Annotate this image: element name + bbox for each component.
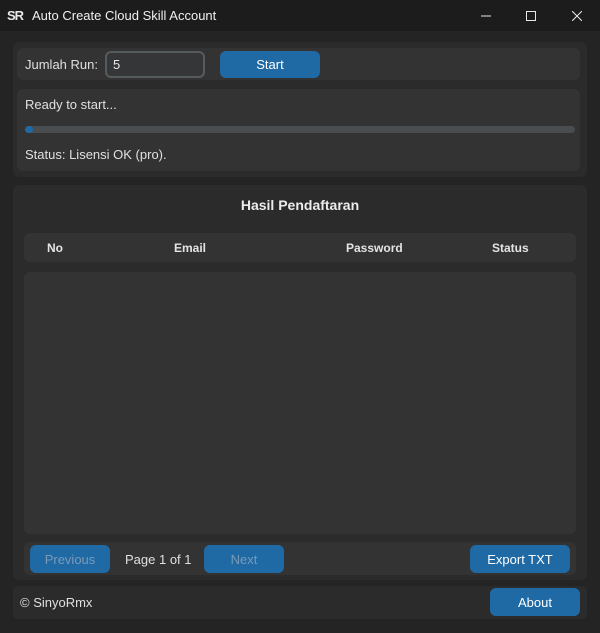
- app-logo-icon: SR: [7, 7, 24, 24]
- minimize-button[interactable]: [463, 0, 509, 31]
- export-txt-button[interactable]: Export TXT: [470, 545, 570, 573]
- maximize-button[interactable]: [508, 0, 554, 31]
- about-button[interactable]: About: [490, 588, 580, 616]
- jumlah-run-label: Jumlah Run:: [25, 57, 98, 72]
- window-title: Auto Create Cloud Skill Account: [32, 8, 217, 23]
- previous-page-button[interactable]: Previous: [30, 545, 110, 573]
- minimize-icon: [481, 15, 491, 16]
- progress-bar-fill: [25, 126, 34, 133]
- jumlah-run-input[interactable]: 5: [105, 51, 205, 78]
- column-header-status: Status: [492, 241, 529, 255]
- results-title: Hasil Pendaftaran: [240, 197, 360, 213]
- maximize-icon: [526, 10, 536, 21]
- ready-text: Ready to start...: [25, 97, 117, 112]
- column-header-password: Password: [346, 241, 403, 255]
- close-button[interactable]: [554, 0, 600, 31]
- page-indicator: Page 1 of 1: [125, 552, 192, 567]
- table-body[interactable]: [24, 272, 576, 534]
- column-header-email: Email: [174, 241, 207, 255]
- license-status-text: Status: Lisensi OK (pro).: [25, 147, 167, 162]
- column-header-no: No: [47, 241, 63, 255]
- close-icon: [572, 10, 582, 21]
- copyright-text: © SinyoRmx: [20, 595, 93, 610]
- progress-bar: [25, 126, 575, 133]
- app-logo-text: SR: [7, 8, 24, 23]
- next-page-button[interactable]: Next: [204, 545, 284, 573]
- title-bar: SR Auto Create Cloud Skill Account: [0, 0, 600, 31]
- start-button[interactable]: Start: [220, 51, 320, 78]
